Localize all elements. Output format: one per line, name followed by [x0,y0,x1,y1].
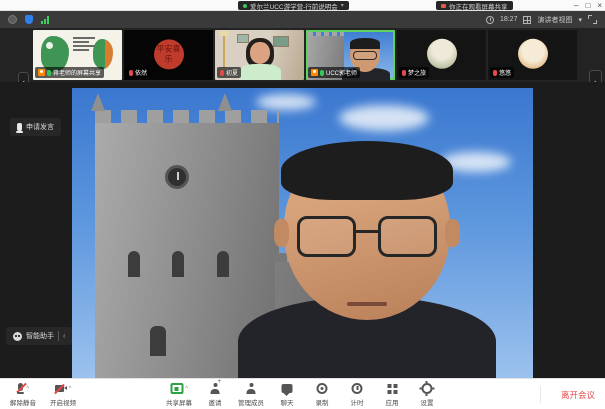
start-video-button[interactable]: ^ 开启视频 [50,381,76,407]
mic-on-icon [47,70,51,76]
glasses-graphic [297,216,436,258]
settings-button[interactable]: 设置 [415,381,439,407]
raise-hand-pill[interactable]: 申请发言 [10,118,61,136]
participant-tile[interactable]: 悠悠 [488,30,577,80]
recording-status-dot [243,4,247,8]
participant-tile[interactable]: 平安喜乐 依然 [124,30,213,80]
network-signal-icon[interactable] [41,16,49,24]
slide-text-lines [73,37,95,53]
status-bar: 18:27 演讲者视图 ▾ [0,11,605,28]
window-controls: – □ × [574,0,602,11]
manage-members-button[interactable]: 管理成员 [238,381,264,407]
gear-icon [422,383,433,394]
picture-frame-graphic [237,34,249,43]
clock-icon [352,383,363,394]
ireland-flag-map-graphic [93,39,113,69]
video-options-caret-icon[interactable]: ^ [69,386,72,392]
mic-options-caret-icon[interactable]: ^ [26,386,29,392]
invite-button[interactable]: 邀请 [203,381,227,407]
members-icon [246,383,257,394]
meeting-info-icon[interactable] [8,15,17,24]
participant-name-label: 蒋老师的屏幕共享 [35,67,104,78]
participant-name-label: 依然 [126,67,150,78]
invite-person-icon [210,383,221,394]
title-menu-icon[interactable]: ▾ [341,2,344,9]
participant-name-label: 梦之旅 [399,67,429,78]
unmute-button[interactable]: ^ 解除静音 [10,381,36,407]
title-bar: 爱尔兰UCC游学营-行前说明会 ▾ 你正在观看屏幕共享 – □ × [0,0,605,11]
avatar [427,39,457,69]
main-stage: 申请发言 智能助手 ‹ [0,82,605,378]
apps-button[interactable]: 应用 [380,381,404,407]
record-button[interactable]: 录制 [310,381,334,407]
mic-muted-icon [402,70,406,76]
participant-tile-screen-share[interactable]: 蒋老师的屏幕共享 [33,30,122,80]
participant-tile[interactable]: 初夏 [215,30,304,80]
assistant-collapse-icon[interactable]: ‹ [63,333,65,340]
participant-name-label: 初夏 [217,67,241,78]
active-speaker-video[interactable] [72,88,533,378]
assistant-robot-icon [13,332,22,341]
share-screen-button[interactable]: ^ 共享屏幕 [166,381,192,407]
timer-icon [486,16,494,24]
minimize-button[interactable]: – [574,2,578,10]
ai-assistant-pill[interactable]: 智能助手 ‹ [6,327,72,345]
fullscreen-icon[interactable] [588,15,597,24]
mic-icon [17,123,22,131]
close-button[interactable]: × [597,2,602,10]
meeting-title-pill[interactable]: 爱尔兰UCC游学营-行前说明会 ▾ [238,1,349,10]
picture-frame-graphic [273,36,289,47]
mic-muted-icon [17,383,24,394]
toolbar-divider [540,386,541,403]
mic-muted-icon [493,70,497,76]
avatar [518,39,548,69]
maximize-button[interactable]: □ [585,2,590,10]
cloud-graphic [339,105,429,131]
apps-grid-icon [387,384,397,394]
record-icon [317,383,328,394]
mic-on-icon [320,70,324,76]
view-mode-caret-icon[interactable]: ▾ [578,16,582,24]
lamp-graphic [223,34,225,68]
participant-name-label: 悠悠 [490,67,514,78]
leave-meeting-button[interactable]: 离开会议 [561,379,595,409]
mic-muted-icon [220,70,224,76]
bottom-toolbar: ^ 解除静音 ^ 开启视频 ^ 共享屏幕 [0,378,605,409]
chat-bubble-icon [282,384,293,393]
sharing-badge-icon [38,69,45,76]
share-options-caret-icon[interactable]: ^ [185,386,188,392]
sharing-badge-icon [311,69,318,76]
meeting-title: 爱尔兰UCC游学营-行前说明会 [250,1,338,11]
participant-tile-active-speaker[interactable]: UCC郭老师 [306,30,395,80]
meeting-timer: 18:27 [500,16,518,23]
chat-button[interactable]: 聊天 [275,381,299,407]
cloud-graphic [256,94,316,110]
share-status-pill[interactable]: 你正在观看屏幕共享 [436,1,513,10]
speaker-face [284,146,450,320]
participant-name-label: UCC郭老师 [308,67,360,78]
meeting-app-window: 爱尔兰UCC游学营-行前说明会 ▾ 你正在观看屏幕共享 – □ × 18:27 … [0,0,605,409]
participant-tile[interactable]: 梦之旅 [397,30,486,80]
share-status-text: 你正在观看屏幕共享 [449,1,508,11]
camera-off-icon [55,384,67,393]
seal-avatar: 平安喜乐 [154,39,184,69]
share-indicator-icon [441,4,446,8]
timer-button[interactable]: 计时 [345,381,369,407]
share-screen-icon [170,383,183,394]
view-layout-icon[interactable] [523,16,531,24]
security-shield-icon[interactable] [25,15,33,24]
view-mode-label[interactable]: 演讲者视图 [537,15,572,25]
participant-filmstrip: ‹ 蒋老师的屏幕共享 平安喜乐 依然 [0,28,605,82]
tower-clock-graphic [165,165,189,189]
mic-muted-icon [129,70,133,76]
